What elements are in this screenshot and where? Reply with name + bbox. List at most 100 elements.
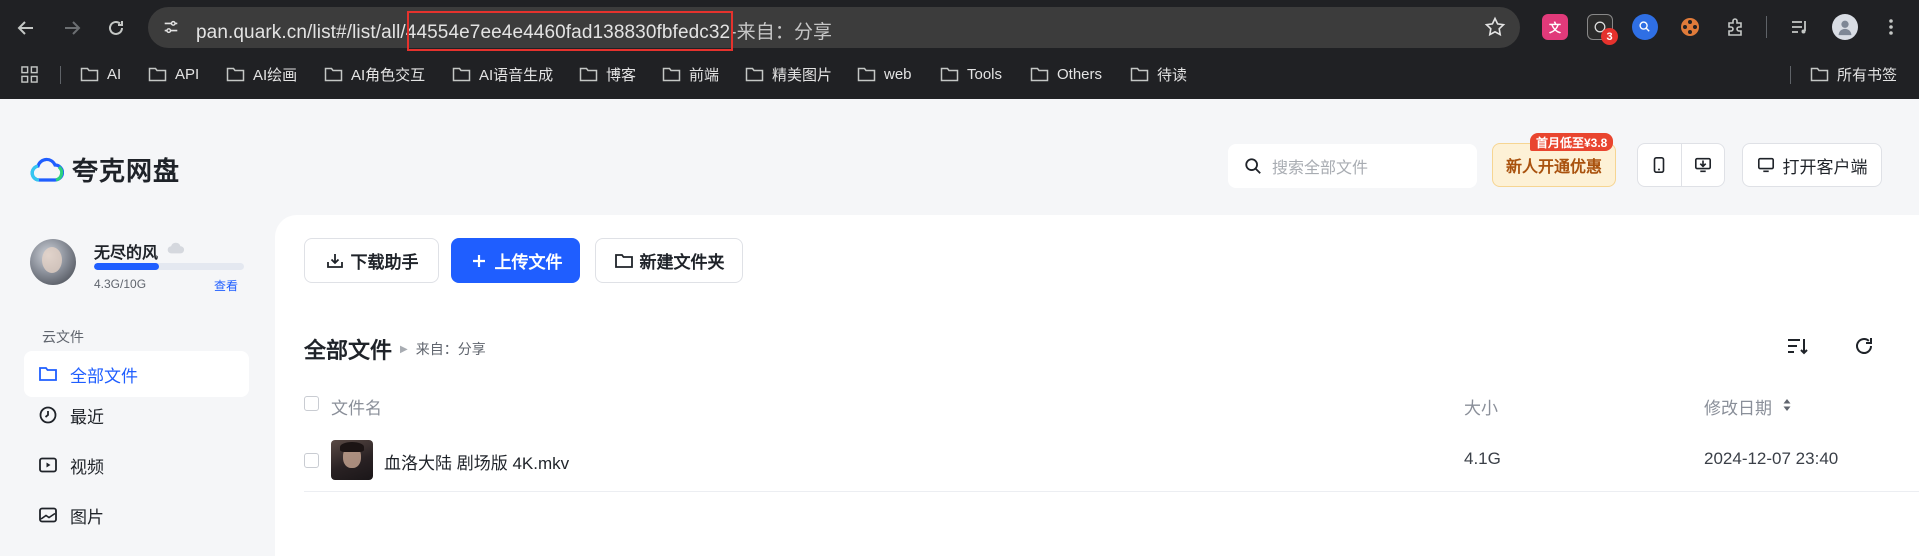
reload-icon[interactable] <box>100 12 132 44</box>
url-tail: -来自：分享 <box>730 22 833 43</box>
open-client-button[interactable]: 打开客户端 <box>1742 143 1882 187</box>
folder-icon <box>226 67 245 81</box>
file-size: 4.1G <box>1464 449 1501 468</box>
image-icon <box>39 507 57 523</box>
folder-icon <box>857 67 876 81</box>
sort-caret-icon[interactable] <box>1782 398 1792 412</box>
folder-icon <box>324 67 343 81</box>
search-icon <box>1245 158 1261 174</box>
desktop-download-button[interactable] <box>1680 144 1725 186</box>
plus-icon <box>472 254 485 267</box>
column-size: 大小 <box>1464 399 1498 418</box>
sidebar-item-recent[interactable]: 最近 <box>24 392 249 438</box>
new-folder-label: 新建文件夹 <box>639 253 725 272</box>
row-checkbox[interactable] <box>304 453 319 468</box>
puzzle-extensions-icon[interactable] <box>1722 14 1748 40</box>
bookmark-folder-ai-voice[interactable]: AI语音生成 <box>452 61 553 87</box>
bookmark-folder-toread[interactable]: 待读 <box>1130 61 1187 87</box>
phone-icon <box>1653 156 1665 174</box>
bookmark-folder-frontend[interactable]: 前端 <box>662 61 719 87</box>
cloud-logo-icon <box>30 157 64 182</box>
mobile-app-button[interactable] <box>1638 144 1681 186</box>
folder-icon <box>452 67 471 81</box>
download-assistant-button[interactable]: 下载助手 <box>304 238 439 283</box>
file-name[interactable]: 血洛大陆 剧场版 4K.mkv <box>384 449 569 474</box>
search-box[interactable]: 搜索全部文件 <box>1228 144 1477 188</box>
sidebar-item-label: 最近 <box>70 407 104 427</box>
sidebar-item-label: 视频 <box>70 457 104 477</box>
video-icon <box>39 457 57 473</box>
upload-file-label: 上传文件 <box>494 253 563 272</box>
url-highlight-box <box>407 11 733 51</box>
sidebar-item-images[interactable]: 图片 <box>24 492 249 538</box>
breadcrumb-root[interactable]: 全部文件 <box>304 333 392 365</box>
forward-icon[interactable] <box>56 12 88 44</box>
sidebar-item-label: 图片 <box>70 507 104 527</box>
refresh-icon[interactable] <box>1852 334 1876 358</box>
bookmarks-bar: AI API AI绘画 AI角色交互 AI语音生成 博客 前端 精美图片 web… <box>0 56 1919 92</box>
extension-icon[interactable]: 3 <box>1587 14 1618 45</box>
bookmarks-divider <box>1790 66 1791 84</box>
menu-kebab-icon[interactable] <box>1878 14 1904 40</box>
storage-quota-text: 4.3G/10G <box>94 277 147 291</box>
select-all-checkbox[interactable] <box>304 396 319 411</box>
bookmark-folder-ai-roleplay[interactable]: AI角色交互 <box>324 61 425 87</box>
view-storage-link[interactable]: 查看 <box>214 277 238 294</box>
bookmark-folder-images[interactable]: 精美图片 <box>745 61 832 87</box>
bookmark-folder-api[interactable]: API <box>148 61 199 87</box>
sidebar-item-video[interactable]: 视频 <box>24 442 249 488</box>
new-folder-button[interactable]: 新建文件夹 <box>595 238 743 283</box>
bookmark-label: AI绘画 <box>253 66 298 84</box>
site-settings-icon[interactable] <box>158 14 184 40</box>
clock-icon <box>39 406 57 424</box>
folder-icon <box>662 67 681 81</box>
bookmark-folder-blog[interactable]: 博客 <box>579 61 636 87</box>
avatar[interactable] <box>30 239 76 285</box>
sort-list-icon[interactable] <box>1785 334 1809 358</box>
monitor-icon <box>1757 157 1774 173</box>
bookmark-folder-ai-painting[interactable]: AI绘画 <box>226 61 297 87</box>
address-bar[interactable]: pan.quark.cn/list#/list/all/44554e7ee4e4… <box>148 7 1520 48</box>
breadcrumb-current: 来自：分享 <box>415 341 486 357</box>
table-row[interactable]: 血洛大陆 剧场版 4K.mkv 4.1G 2024-12-07 23:40 <box>304 431 1919 492</box>
file-panel: 下载助手 上传文件 新建文件夹 全部文件 ▶ 来自：分享 文件名 大小 修改日期 <box>275 215 1919 556</box>
download-assistant-label: 下载助手 <box>350 253 419 272</box>
promo-label: 新人开通优惠 <box>1505 159 1602 176</box>
back-icon[interactable] <box>10 12 42 44</box>
lens-extension-icon[interactable] <box>1632 14 1658 40</box>
sidebar-item-label: 全部文件 <box>70 366 138 386</box>
media-control-icon[interactable] <box>1787 14 1813 40</box>
upload-file-button[interactable]: 上传文件 <box>451 238 580 283</box>
apps-grid-icon[interactable] <box>20 61 39 87</box>
film-extension-icon[interactable] <box>1677 14 1703 40</box>
profile-avatar-icon[interactable] <box>1832 14 1858 40</box>
folder-icon <box>745 67 764 81</box>
logo[interactable]: 夸克网盘 <box>30 151 180 188</box>
bookmark-label: Others <box>1057 65 1103 83</box>
folder-icon <box>39 367 57 381</box>
all-bookmarks[interactable]: 所有书签 <box>1810 61 1897 87</box>
bookmark-folder-ai[interactable]: AI <box>80 61 121 87</box>
storage-quota-bar <box>94 263 244 270</box>
sidebar-section-title: 云文件 <box>42 329 84 345</box>
bookmark-folder-web[interactable]: web <box>857 61 912 87</box>
folder-icon <box>1810 67 1829 81</box>
folder-icon <box>579 67 598 81</box>
breadcrumb: 全部文件 ▶ 来自：分享 <box>304 333 486 365</box>
logo-text: 夸克网盘 <box>72 156 181 186</box>
sidebar-item-all-files[interactable]: 全部文件 <box>24 351 249 397</box>
bookmark-star-icon[interactable] <box>1484 16 1506 38</box>
column-modified[interactable]: 修改日期 <box>1704 394 1772 419</box>
bookmarks-divider <box>60 66 61 84</box>
bookmark-label: 待读 <box>1157 66 1188 84</box>
bookmark-label: API <box>175 65 200 83</box>
browser-chrome: pan.quark.cn/list#/list/all/44554e7ee4e4… <box>0 0 1919 99</box>
promo-price-tag: 首月低至¥3.8 <box>1530 133 1614 151</box>
bookmark-folder-tools[interactable]: Tools <box>940 61 1002 87</box>
bookmark-folder-others[interactable]: Others <box>1030 61 1102 87</box>
breadcrumb-arrow-icon: ▶ <box>400 343 408 355</box>
translate-extension-icon[interactable]: 文 <box>1542 14 1568 40</box>
folder-icon <box>80 67 99 81</box>
bookmark-label: web <box>884 65 912 83</box>
user-name: 无尽的风 <box>94 245 159 262</box>
